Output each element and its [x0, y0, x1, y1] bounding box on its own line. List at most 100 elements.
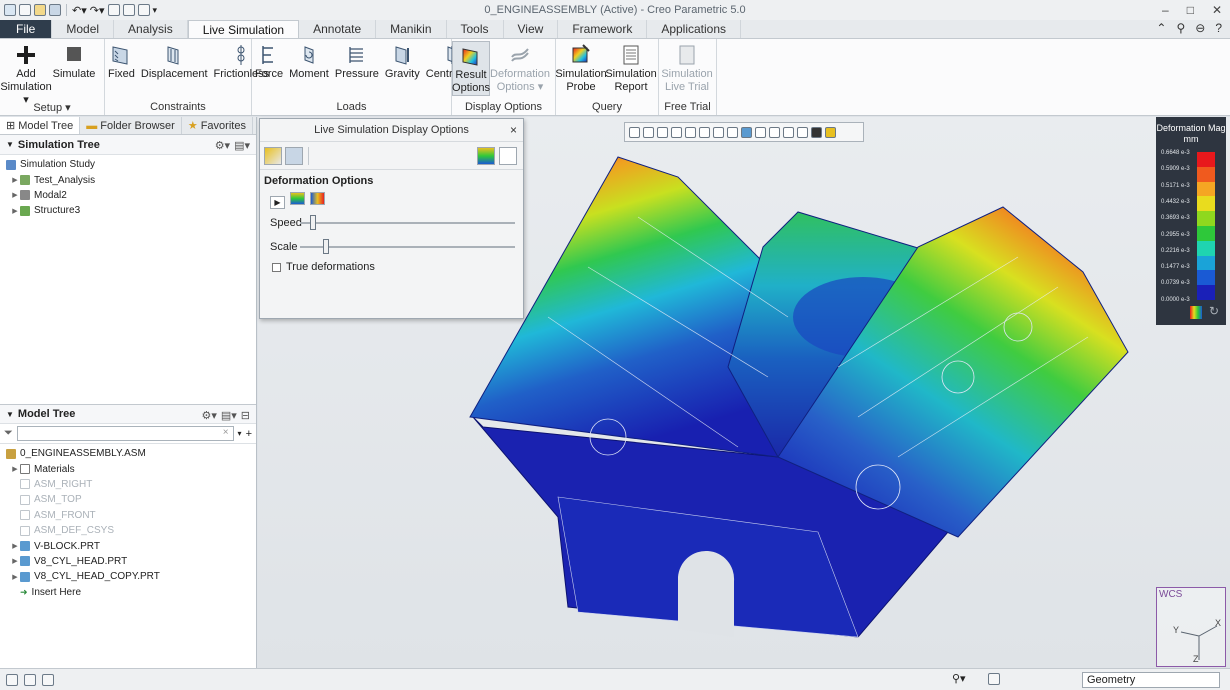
tab-favorites[interactable]: ★ Favorites: [182, 117, 253, 134]
tab-applications[interactable]: Applications: [647, 20, 742, 38]
tree-columns-icon[interactable]: ▤▾: [221, 409, 237, 422]
color-map-icon[interactable]: [499, 146, 517, 165]
tab-file[interactable]: File: [0, 20, 53, 38]
tree-item[interactable]: ➜ Insert Here: [0, 585, 256, 600]
show-navigator-icon[interactable]: [6, 673, 18, 686]
tab-framework[interactable]: Framework: [558, 20, 648, 38]
force-button[interactable]: Force: [252, 41, 286, 81]
arrow-down-icon[interactable]: ▼: [6, 410, 14, 419]
checkbox-box[interactable]: [272, 262, 281, 272]
tab-manikin[interactable]: Manikin: [376, 20, 447, 38]
simulation-report-button[interactable]: Simulation Report: [605, 41, 657, 94]
add-filter-icon[interactable]: +: [246, 428, 252, 440]
tree-item[interactable]: ASM_TOP: [0, 492, 256, 507]
tree-item[interactable]: ▶ Test_Analysis: [0, 172, 256, 187]
group-title-setup[interactable]: Setup ▾: [0, 101, 104, 115]
speed-slider[interactable]: [300, 215, 515, 230]
tree-item[interactable]: ▶ V8_CYL_HEAD.PRT: [0, 554, 256, 569]
tab-tools[interactable]: Tools: [447, 20, 504, 38]
simulation-probe-button[interactable]: Simulation Probe: [555, 41, 607, 94]
tree-item[interactable]: ▶ Modal2: [0, 188, 256, 203]
expand-icon[interactable]: ▶: [10, 465, 20, 473]
selection-filter-dropdown[interactable]: Geometry: [1082, 672, 1220, 688]
tab-folder-browser[interactable]: ▬ Folder Browser: [80, 117, 182, 134]
tab-analysis[interactable]: Analysis: [114, 20, 188, 38]
undo-icon[interactable]: ↶▾: [72, 4, 87, 17]
tree-item[interactable]: ▶ V-BLOCK.PRT: [0, 538, 256, 553]
scale-slider-thumb[interactable]: [322, 239, 329, 254]
results-display-icon[interactable]: [264, 146, 282, 165]
add-simulation-button[interactable]: Add Simulation ▾: [0, 41, 52, 107]
minimize-button[interactable]: –: [1162, 3, 1169, 17]
tree-item[interactable]: ASM_DEF_CSYS: [0, 523, 256, 538]
search-input[interactable]: ×: [16, 426, 234, 441]
legend-settings-icon[interactable]: [477, 146, 495, 165]
deformation-options-button[interactable]: Deformation Options ▾: [490, 41, 550, 94]
scale-slider[interactable]: [300, 239, 515, 254]
tree-item[interactable]: Simulation Study: [0, 157, 256, 172]
maximize-button[interactable]: □: [1187, 3, 1194, 17]
windows-icon[interactable]: [122, 4, 135, 16]
tree-item[interactable]: ▶ V8_CYL_HEAD_COPY.PRT: [0, 569, 256, 584]
open-icon[interactable]: [34, 4, 46, 16]
tree-item[interactable]: ▶ Structure3: [0, 203, 256, 218]
tree-filters-icon[interactable]: ⊟: [241, 409, 250, 422]
dialog-title-bar[interactable]: Live Simulation Display Options ×: [260, 119, 523, 142]
binoculars-icon[interactable]: ⚲▾: [952, 672, 966, 685]
expand-icon[interactable]: ▶: [10, 176, 20, 184]
true-deformations-checkbox[interactable]: True deformations: [264, 261, 519, 273]
tab-live-simulation[interactable]: Live Simulation: [187, 20, 300, 38]
displacement-button[interactable]: Displacement: [138, 41, 211, 81]
tab-view[interactable]: View: [504, 20, 559, 38]
expand-icon[interactable]: ▶: [10, 573, 20, 581]
tree-columns-icon[interactable]: ▤▾: [234, 139, 250, 152]
simulate-button[interactable]: Simulate: [52, 41, 96, 81]
redo-icon[interactable]: ↷▾: [90, 4, 105, 17]
expand-icon[interactable]: ▶: [10, 191, 20, 199]
deformation-display-icon[interactable]: [285, 146, 303, 165]
tab-annotate[interactable]: Annotate: [299, 20, 377, 38]
play-icon[interactable]: ▶: [270, 196, 285, 209]
tree-item[interactable]: ASM_RIGHT: [0, 477, 256, 492]
search-icon[interactable]: ⚲: [1176, 21, 1185, 35]
hp-icon[interactable]: ⊖: [1195, 21, 1205, 35]
gravity-button[interactable]: Gravity: [382, 41, 423, 81]
contour-icon[interactable]: [290, 192, 306, 205]
tree-settings-icon[interactable]: ⚙▾: [215, 139, 230, 152]
arrow-down-icon[interactable]: ▼: [6, 140, 14, 149]
tab-model[interactable]: Model: [52, 20, 115, 38]
expand-icon[interactable]: ▶: [10, 542, 20, 550]
fringe-icon[interactable]: [310, 192, 326, 205]
save-icon[interactable]: [49, 4, 61, 16]
clear-icon[interactable]: ×: [223, 427, 229, 438]
new-file-icon[interactable]: [19, 4, 31, 16]
result-options-button[interactable]: Result Options: [452, 41, 490, 96]
expand-icon[interactable]: ▶: [10, 207, 20, 215]
close-icon[interactable]: ×: [510, 119, 517, 142]
filter-icon[interactable]: ⏷: [4, 427, 13, 440]
tree-item[interactable]: 0_ENGINEASSEMBLY.ASM: [0, 446, 256, 461]
legend-refresh-icon[interactable]: ↻: [1209, 304, 1219, 318]
customize-chevron-icon[interactable]: ▾: [153, 5, 158, 16]
full-screen-icon[interactable]: [42, 673, 54, 686]
pressure-button[interactable]: Pressure: [332, 41, 382, 81]
help-icon[interactable]: ?: [1215, 21, 1222, 35]
expand-icon[interactable]: ▶: [10, 557, 20, 565]
tree-item[interactable]: ASM_FRONT: [0, 508, 256, 523]
minimize-ribbon-icon[interactable]: ⌃: [1156, 21, 1166, 35]
legend-spectrum-icon[interactable]: [1190, 306, 1202, 319]
selection-icon[interactable]: [988, 673, 1000, 685]
tree-item[interactable]: ▶ Materials: [0, 461, 256, 476]
tab-model-tree[interactable]: ⊞ Model Tree: [0, 117, 81, 134]
chevron-down-icon[interactable]: ▾: [238, 429, 242, 438]
show-browser-icon[interactable]: [24, 673, 36, 686]
moment-button[interactable]: Moment: [286, 41, 332, 81]
simulation-live-trial-button[interactable]: Simulation Live Trial: [659, 41, 715, 94]
speed-slider-thumb[interactable]: [309, 215, 316, 230]
regenerate-icon[interactable]: [107, 4, 120, 16]
tree-settings-icon[interactable]: ⚙▾: [201, 409, 216, 422]
close-button[interactable]: ✕: [1212, 3, 1222, 17]
app-icon[interactable]: [4, 4, 16, 16]
close-window-icon[interactable]: [137, 4, 150, 16]
fixed-button[interactable]: Fixed: [105, 41, 138, 81]
